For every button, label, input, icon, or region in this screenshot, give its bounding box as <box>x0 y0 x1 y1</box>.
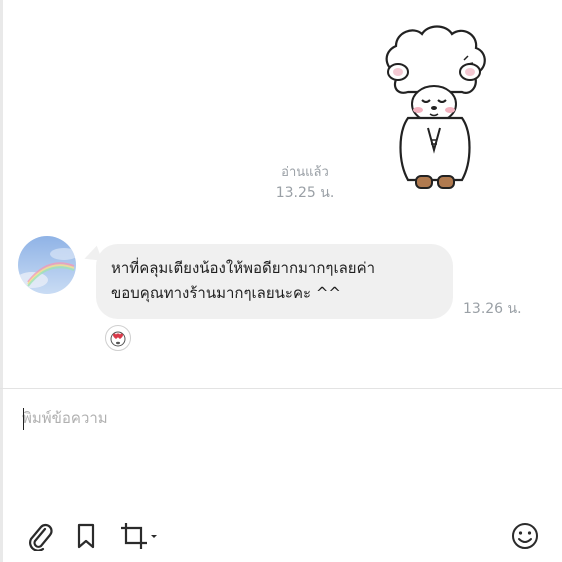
screenshot-button[interactable] <box>115 521 163 551</box>
smiley-icon <box>512 523 538 549</box>
heart-eyes-reaction-icon <box>110 331 126 347</box>
sky-rainbow-avatar-image <box>18 236 76 294</box>
sheep-sticker-image <box>385 25 486 189</box>
bookmark-icon <box>77 523 95 549</box>
chevron-down-icon[interactable] <box>149 531 159 541</box>
message-time: 13.26 น. <box>463 301 522 317</box>
message-reaction[interactable] <box>105 325 131 351</box>
message-line-1: หาที่คลุมเตียงน้องให้พอดียากมากๆเลยค่า <box>111 259 376 277</box>
read-status: อ่านแล้ว <box>281 165 329 180</box>
message-area[interactable]: อ่านแล้ว 13.25 น. หาที่คลุมเตียงน้องให้พ… <box>0 0 562 388</box>
sent-sticker[interactable] <box>378 22 490 194</box>
emoji-button[interactable] <box>508 521 542 551</box>
chat-window: อ่านแล้ว 13.25 น. หาที่คลุมเตียงน้องให้พ… <box>0 0 562 562</box>
incoming-message-bubble[interactable]: หาที่คลุมเตียงน้องให้พอดียากมากๆเลยค่า ข… <box>96 244 453 319</box>
attach-file-button[interactable] <box>24 521 56 551</box>
message-input[interactable] <box>22 406 542 496</box>
composer-divider <box>0 388 562 389</box>
sent-time: 13.25 น. <box>275 185 335 201</box>
paperclip-icon <box>29 523 53 551</box>
crop-icon <box>121 523 147 549</box>
contact-avatar[interactable] <box>18 236 76 294</box>
message-line-2: ขอบคุณทางร้านมากๆเลยนะคะ ^^ <box>111 284 341 302</box>
read-receipt: อ่านแล้ว 13.25 น. <box>262 163 348 203</box>
text-caret <box>23 408 24 430</box>
keep-bookmark-button[interactable] <box>72 521 100 551</box>
